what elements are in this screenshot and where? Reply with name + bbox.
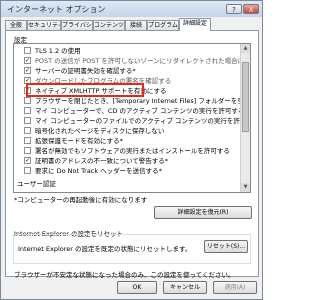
- highlight-annotation: [26, 83, 144, 97]
- scroll-thumb[interactable]: [242, 62, 249, 132]
- setting-row[interactable]: マイ コンピューターのファイルでのアクティブ コンテンツの実行を許可する*: [24, 116, 250, 126]
- tab-strip: 全般 セキュリティ プライバシー コンテンツ 接続 プログラム 詳細設定: [5, 18, 259, 31]
- checkbox[interactable]: [24, 147, 31, 154]
- help-button[interactable]: ?: [226, 4, 242, 14]
- restore-advanced-button[interactable]: 詳細設定を復元(R): [154, 206, 252, 219]
- scroll-down-icon[interactable]: ▼: [241, 183, 250, 192]
- setting-label: TLS 1.2 の使用: [35, 47, 81, 55]
- checkbox[interactable]: ✓: [24, 157, 31, 164]
- cancel-button[interactable]: キャンセル: [163, 281, 207, 294]
- checkbox[interactable]: [24, 127, 31, 134]
- tab-programs[interactable]: プログラム: [147, 20, 179, 30]
- checkbox[interactable]: [24, 137, 31, 144]
- tab-connections[interactable]: 接続: [125, 20, 147, 30]
- setting-label: 証明書のアドレスの不一致について警告する*: [35, 157, 169, 165]
- setting-label: 署名が無効でもソフトウェアの実行またはインストールを許可する: [35, 147, 230, 155]
- setting-row[interactable]: マイ コンピューターで、CD のアクティブ コンテンツの実行を許可する*: [24, 106, 248, 116]
- setting-label: ブラウザーを閉じたとき、[Temporary Internet Files] フ…: [35, 97, 244, 105]
- setting-category: ユーザー認証: [17, 179, 235, 189]
- tab-privacy[interactable]: プライバシー: [61, 20, 93, 30]
- setting-row[interactable]: ✓ 証明書のアドレスの不一致について警告する*: [24, 156, 242, 166]
- reset-group: Internet Explorer の設定を既定の状態にリセットします。 リセッ…: [13, 234, 251, 264]
- setting-label: 暗号化されたページをディスクに保存しない: [35, 127, 165, 135]
- tab-security[interactable]: セキュリティ: [27, 20, 61, 30]
- scroll-up-icon[interactable]: ▲: [241, 44, 250, 53]
- setting-row[interactable]: 署名が無効でもソフトウェアの実行またはインストールを許可する: [24, 146, 242, 156]
- setting-label: サーバーの証明書失効を確認する*: [35, 67, 136, 75]
- setting-row[interactable]: 暗号化されたページをディスクに保存しない: [24, 126, 242, 136]
- checkbox[interactable]: [24, 107, 31, 114]
- ok-button[interactable]: OK: [117, 281, 157, 294]
- checkbox[interactable]: [24, 117, 31, 124]
- reset-description: Internet Explorer の設定を既定の状態にリセットします。: [18, 245, 192, 253]
- close-button[interactable]: X: [243, 4, 259, 14]
- checkbox[interactable]: ✓: [24, 57, 31, 64]
- setting-row[interactable]: ✓ POST の送信が POST を許可しないゾーンにリダイレクトされた場合に警…: [24, 56, 250, 66]
- setting-row[interactable]: 拡張保護モードを有効にする*: [24, 136, 242, 146]
- setting-row[interactable]: TLS 1.2 の使用: [24, 46, 242, 56]
- setting-row[interactable]: 要求に Do Not Track ヘッダーを送信する*: [24, 166, 242, 176]
- setting-row[interactable]: ✓ サーバーの証明書失効を確認する*: [24, 66, 242, 76]
- setting-label: 要求に Do Not Track ヘッダーを送信する*: [35, 167, 162, 175]
- settings-list[interactable]: TLS 1.2 の使用 ✓ POST の送信が POST を許可しないゾーンにリ…: [13, 43, 251, 193]
- category-label: ユーザー認証: [17, 180, 56, 188]
- advanced-panel: 設定 TLS 1.2 の使用 ✓ POST の送信が POST を許可しないゾー…: [5, 30, 259, 279]
- window-title: インターネット オプション: [7, 5, 106, 14]
- setting-label: マイ コンピューターで、CD のアクティブ コンテンツの実行を許可する*: [35, 107, 248, 115]
- tab-general[interactable]: 全般: [5, 20, 27, 30]
- setting-label: マイ コンピューターのファイルでのアクティブ コンテンツの実行を許可する*: [35, 117, 251, 125]
- tab-content[interactable]: コンテンツ: [93, 20, 125, 30]
- internet-options-window: インターネット オプション ? X 全般 セキュリティ プライバシー コンテンツ…: [0, 0, 263, 300]
- vertical-scrollbar[interactable]: ▲ ▼: [240, 44, 250, 192]
- reset-button[interactable]: リセット(S)...: [204, 240, 248, 253]
- reset-warning: ブラウザーが不安定な状態になった場合のみ、この設定を使ってください。: [14, 271, 235, 279]
- apply-button[interactable]: 適用(A): [213, 281, 257, 294]
- checkbox[interactable]: [24, 47, 31, 54]
- tab-advanced[interactable]: 詳細設定: [179, 18, 211, 31]
- setting-label: POST の送信が POST を許可しないゾーンにリダイレクトされた場合に警告す…: [35, 57, 251, 65]
- checkbox[interactable]: [24, 97, 31, 104]
- setting-label: 拡張保護モードを有効にする*: [35, 137, 123, 145]
- title-bar[interactable]: インターネット オプション ? X: [1, 1, 262, 17]
- restart-note: *コンピューターの再起動後に有効になります: [14, 196, 148, 204]
- setting-row[interactable]: ブラウザーを閉じたとき、[Temporary Internet Files] フ…: [24, 96, 244, 106]
- checkbox[interactable]: ✓: [24, 67, 31, 74]
- checkbox[interactable]: [24, 167, 31, 174]
